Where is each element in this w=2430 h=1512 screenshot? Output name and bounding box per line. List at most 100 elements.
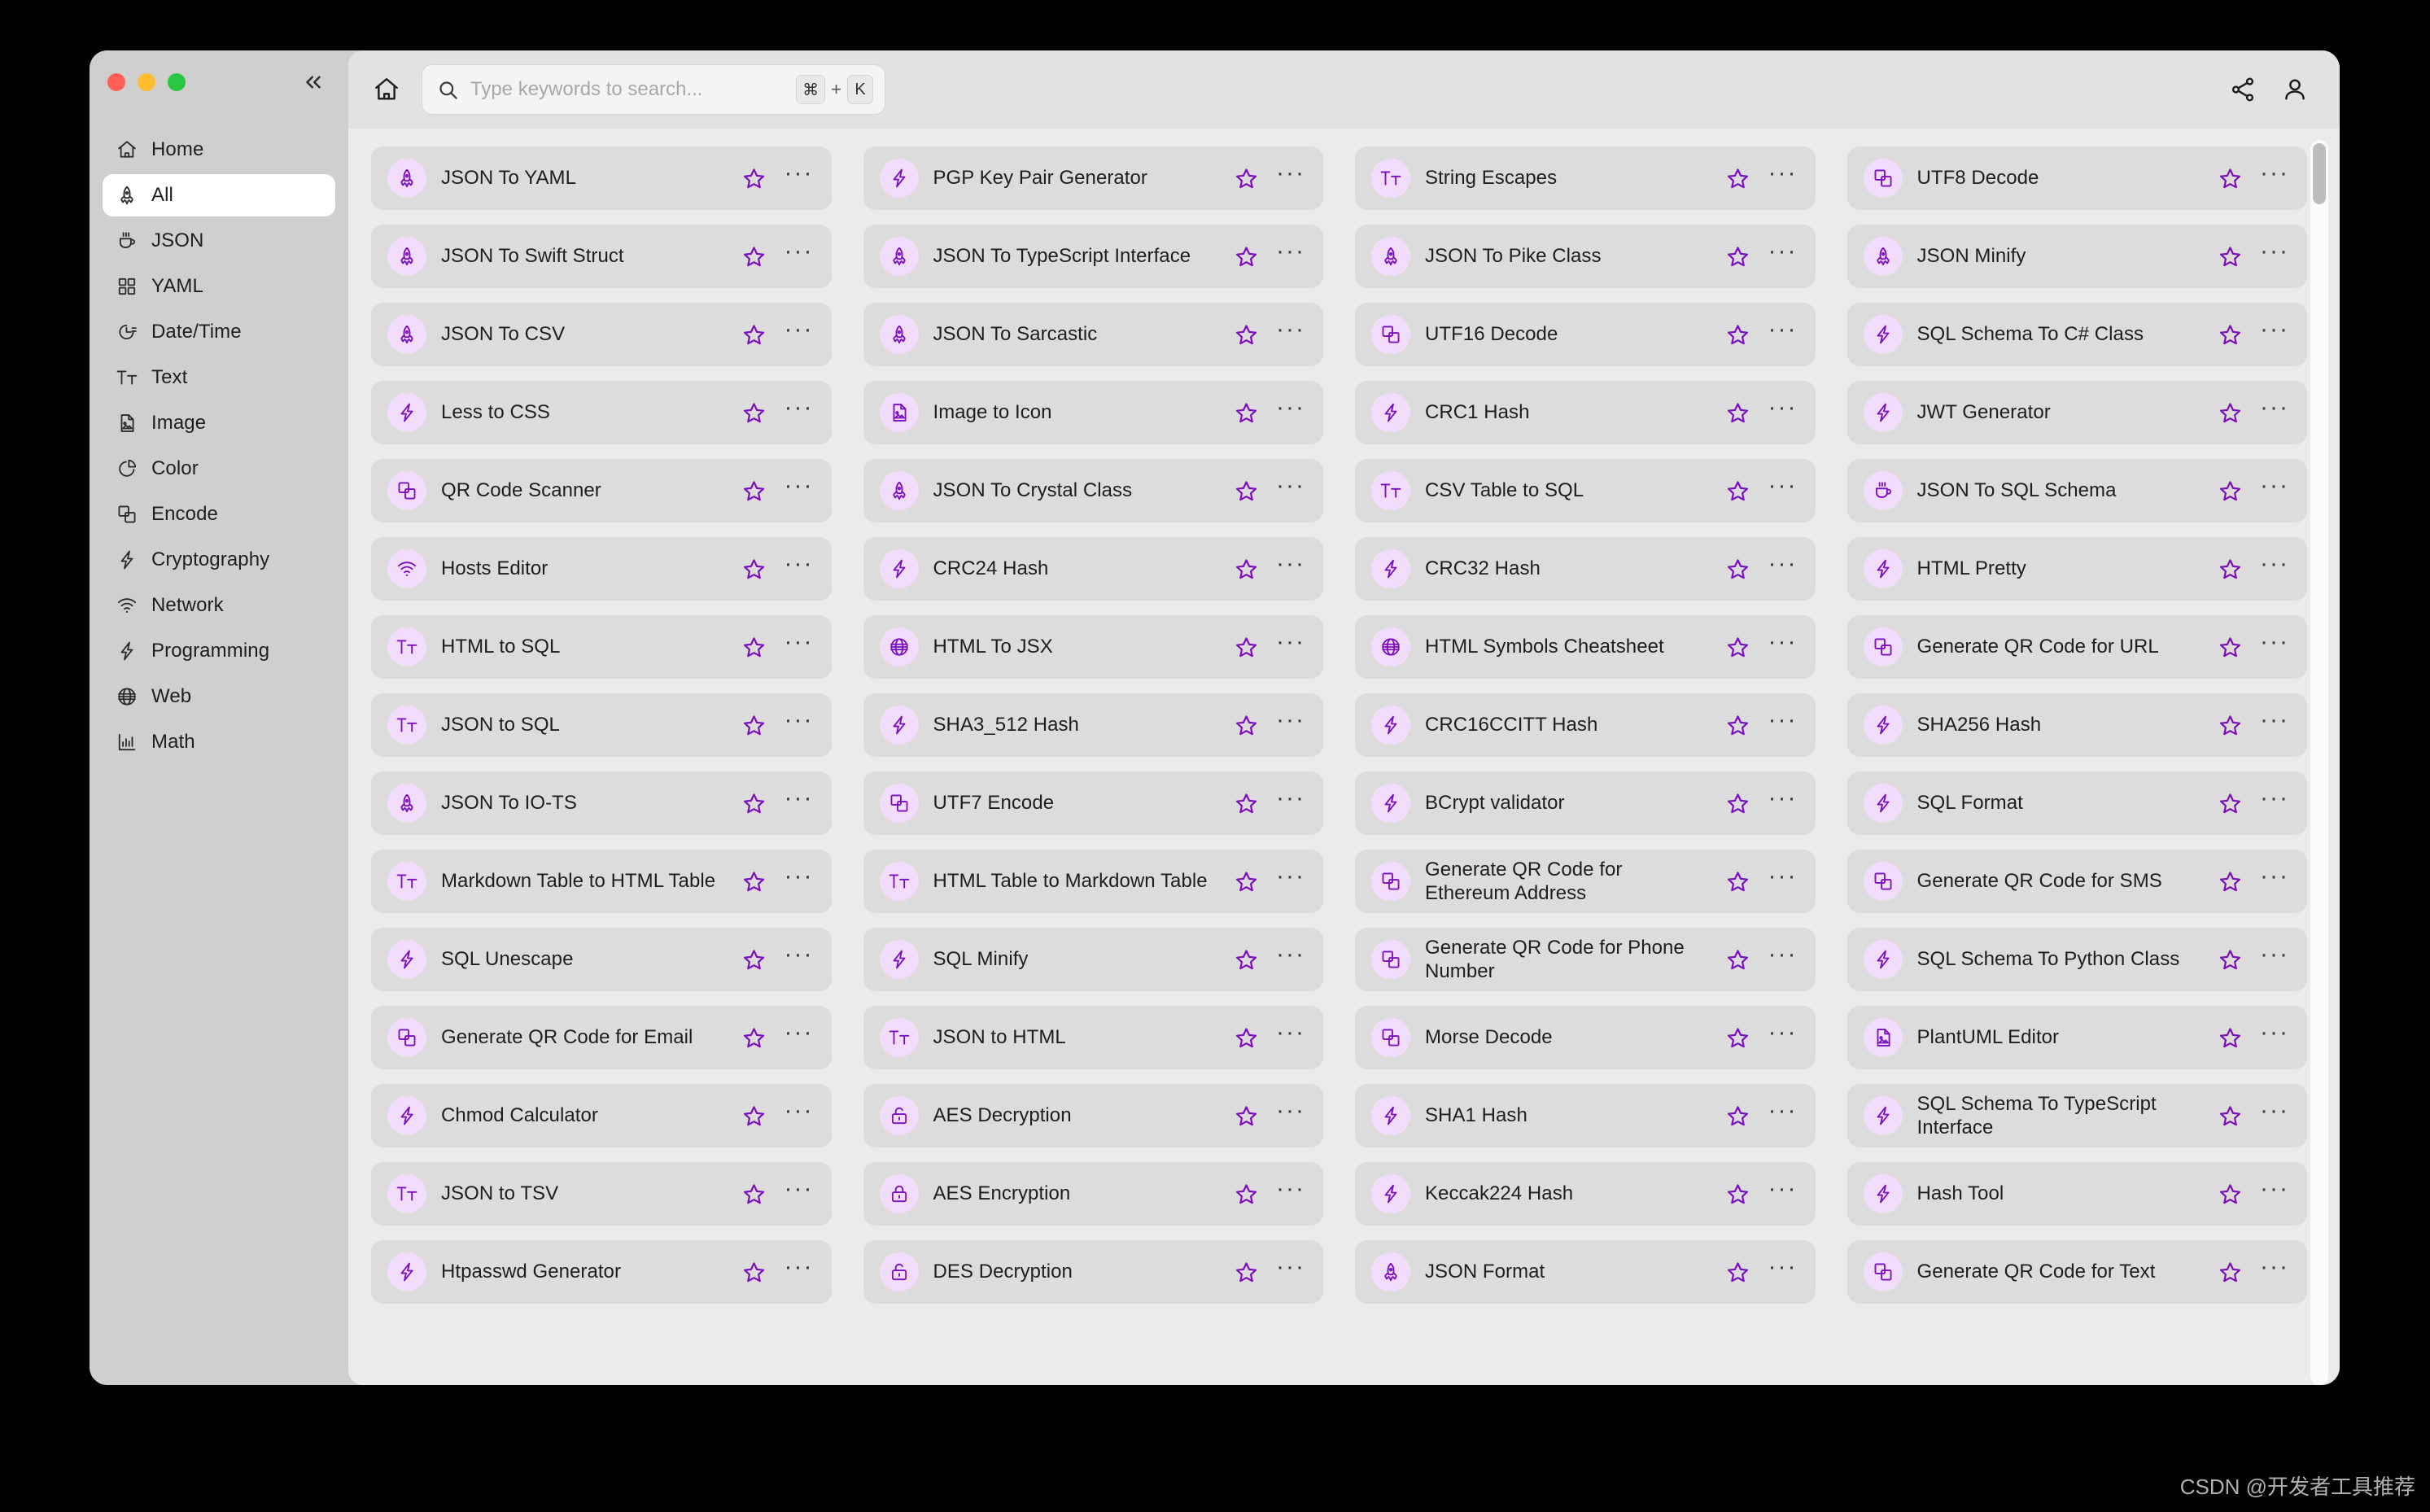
tool-card-more-button[interactable]: ··· [1276,474,1304,500]
tool-card[interactable]: JSON Minify ··· [1847,225,2307,288]
tool-card-more-button[interactable]: ··· [1768,474,1796,500]
tool-card-more-button[interactable]: ··· [1276,864,1304,890]
tool-card[interactable]: Generate QR Code for Text ··· [1847,1240,2307,1304]
sidebar-item-yaml[interactable]: YAML [103,265,335,308]
tool-card[interactable]: CRC32 Hash ··· [1355,537,1816,601]
favorite-star-button[interactable] [1230,475,1261,506]
tool-card-more-button[interactable]: ··· [2260,1020,2288,1047]
favorite-star-button[interactable] [1230,1178,1261,1209]
sidebar-item-color[interactable]: Color [103,448,335,490]
tool-card[interactable]: Less to CSS ··· [371,381,832,444]
favorite-star-button[interactable] [739,475,770,506]
tool-card[interactable]: HTML Pretty ··· [1847,537,2307,601]
tool-card-more-button[interactable]: ··· [1768,552,1796,578]
tool-card-more-button[interactable]: ··· [1276,708,1304,734]
sidebar-item-encode[interactable]: Encode [103,493,335,535]
sidebar-item-network[interactable]: Network [103,584,335,627]
tool-card[interactable]: BCrypt validator ··· [1355,771,1816,835]
sidebar-item-home[interactable]: Home [103,129,335,171]
tool-card-more-button[interactable]: ··· [1768,1255,1796,1281]
favorite-star-button[interactable] [739,710,770,741]
favorite-star-button[interactable] [2214,866,2245,897]
tool-card-more-button[interactable]: ··· [1768,1099,1796,1125]
favorite-star-button[interactable] [739,241,770,272]
tool-card-more-button[interactable]: ··· [2260,708,2288,734]
tool-card[interactable]: HTML Symbols Cheatsheet ··· [1355,615,1816,679]
home-button[interactable] [369,72,404,107]
maximize-button[interactable] [168,73,186,91]
tool-card-more-button[interactable]: ··· [785,161,812,187]
share-button[interactable] [2226,72,2260,107]
scrollbar-thumb[interactable] [2313,143,2326,204]
tool-card[interactable]: Hosts Editor ··· [371,537,832,601]
tool-card-more-button[interactable]: ··· [1276,1255,1304,1281]
sidebar-item-cryptography[interactable]: Cryptography [103,539,335,581]
favorite-star-button[interactable] [2214,1178,2245,1209]
favorite-star-button[interactable] [1723,866,1754,897]
tool-card-more-button[interactable]: ··· [1276,395,1304,422]
favorite-star-button[interactable] [739,1256,770,1287]
tool-card[interactable]: JSON Format ··· [1355,1240,1816,1304]
tool-card-more-button[interactable]: ··· [2260,395,2288,422]
tool-card[interactable]: Generate QR Code for SMS ··· [1847,850,2307,913]
tool-card[interactable]: UTF7 Encode ··· [863,771,1323,835]
tool-card[interactable]: SQL Format ··· [1847,771,2307,835]
tool-card[interactable]: JSON To Sarcastic ··· [863,303,1323,366]
tool-card[interactable]: JSON To YAML ··· [371,146,832,210]
tool-card-more-button[interactable]: ··· [1276,1099,1304,1125]
favorite-star-button[interactable] [2214,710,2245,741]
tool-card[interactable]: Keccak224 Hash ··· [1355,1162,1816,1226]
favorite-star-button[interactable] [739,788,770,819]
favorite-star-button[interactable] [1723,475,1754,506]
favorite-star-button[interactable] [739,944,770,975]
tool-card[interactable]: SHA1 Hash ··· [1355,1084,1816,1147]
tool-card-more-button[interactable]: ··· [785,395,812,422]
sidebar-item-all[interactable]: All [103,174,335,216]
favorite-star-button[interactable] [739,1178,770,1209]
sidebar-item-date-time[interactable]: Date/Time [103,311,335,353]
favorite-star-button[interactable] [739,1100,770,1131]
tool-card-more-button[interactable]: ··· [1276,239,1304,265]
tool-card[interactable]: JSON To Swift Struct ··· [371,225,832,288]
tool-card[interactable]: SHA3_512 Hash ··· [863,693,1323,757]
tool-card[interactable]: JSON to TSV ··· [371,1162,832,1226]
favorite-star-button[interactable] [2214,241,2245,272]
tool-card[interactable]: JSON To IO-TS ··· [371,771,832,835]
favorite-star-button[interactable] [1723,319,1754,350]
favorite-star-button[interactable] [1230,1256,1261,1287]
tool-card[interactable]: JSON To Pike Class ··· [1355,225,1816,288]
favorite-star-button[interactable] [1230,553,1261,584]
favorite-star-button[interactable] [1230,1100,1261,1131]
tool-card[interactable]: JSON To CSV ··· [371,303,832,366]
search-box[interactable]: ⌘ + K [422,64,885,115]
favorite-star-button[interactable] [2214,553,2245,584]
favorite-star-button[interactable] [2214,163,2245,194]
favorite-star-button[interactable] [2214,1022,2245,1053]
favorite-star-button[interactable] [1230,631,1261,662]
tool-card[interactable]: HTML To JSX ··· [863,615,1323,679]
favorite-star-button[interactable] [2214,1100,2245,1131]
collapse-sidebar-button[interactable] [299,68,327,96]
favorite-star-button[interactable] [1230,866,1261,897]
tool-card[interactable]: Image to Icon ··· [863,381,1323,444]
tool-card-more-button[interactable]: ··· [1768,1020,1796,1047]
favorite-star-button[interactable] [2214,944,2245,975]
tool-card-more-button[interactable]: ··· [785,317,812,343]
favorite-star-button[interactable] [739,397,770,428]
tool-card-more-button[interactable]: ··· [785,942,812,968]
favorite-star-button[interactable] [739,163,770,194]
tool-card-more-button[interactable]: ··· [785,1255,812,1281]
sidebar-item-math[interactable]: Math [103,721,335,763]
tool-card[interactable]: HTML Table to Markdown Table ··· [863,850,1323,913]
tool-card-more-button[interactable]: ··· [785,864,812,890]
tool-card[interactable]: JSON To Crystal Class ··· [863,459,1323,522]
tool-card-more-button[interactable]: ··· [2260,317,2288,343]
tool-card-more-button[interactable]: ··· [1768,786,1796,812]
tool-card-more-button[interactable]: ··· [2260,1255,2288,1281]
favorite-star-button[interactable] [1723,1022,1754,1053]
sidebar-item-programming[interactable]: Programming [103,630,335,672]
favorite-star-button[interactable] [1230,788,1261,819]
favorite-star-button[interactable] [1723,1178,1754,1209]
favorite-star-button[interactable] [1723,1256,1754,1287]
favorite-star-button[interactable] [2214,788,2245,819]
